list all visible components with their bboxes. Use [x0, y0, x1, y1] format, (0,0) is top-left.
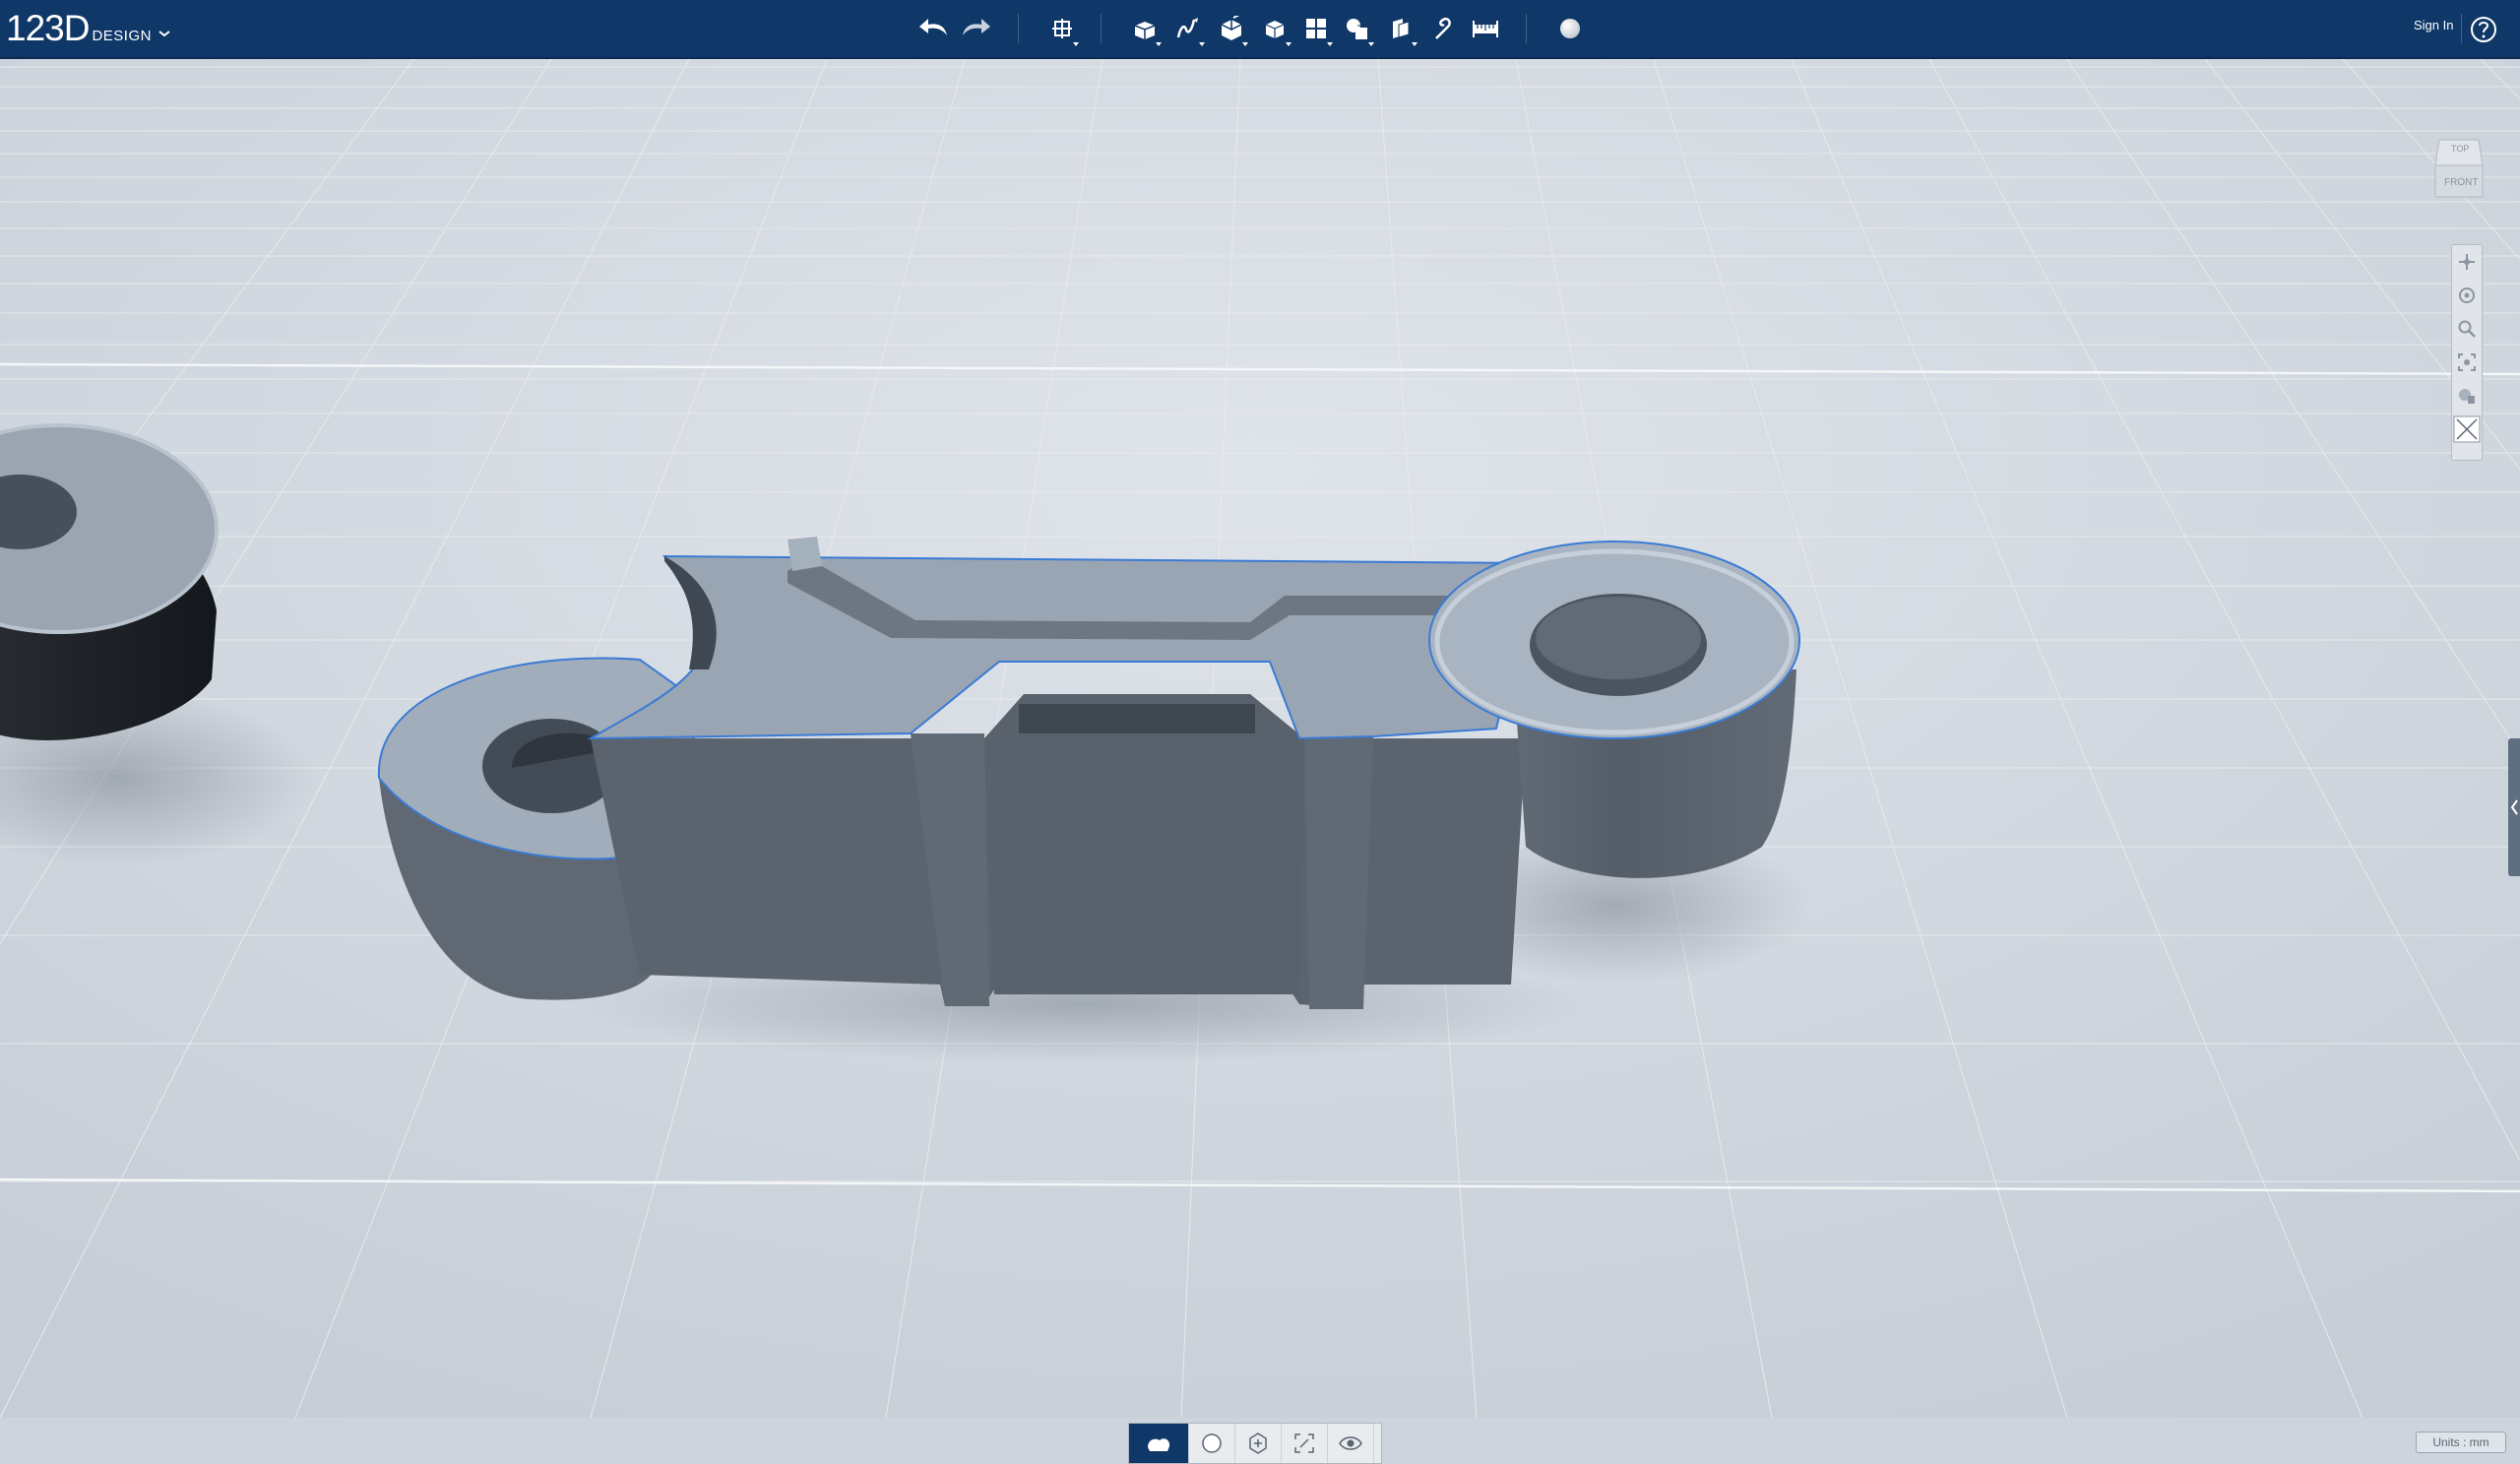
sketch-button[interactable]: [1169, 10, 1207, 47]
combine-icon: [1393, 19, 1410, 38]
materials-button[interactable]: [2452, 379, 2482, 413]
primitives-icon: [1134, 22, 1156, 39]
units-label: Units : mm: [2432, 1435, 2489, 1449]
navigation-bar: [2451, 244, 2483, 461]
zoom-button[interactable]: [2452, 312, 2482, 346]
material-sphere-icon: [1560, 19, 1580, 38]
dropdown-caret: [1368, 42, 1374, 46]
dropdown-caret: [1073, 42, 1079, 46]
fit-icon: [2458, 353, 2476, 371]
close-view-icon: [2453, 415, 2481, 443]
shaded-icon: [1202, 1433, 1222, 1453]
measure-icon: [1473, 21, 1498, 37]
primitives-button[interactable]: [1126, 10, 1164, 47]
orbit-icon: [2459, 287, 2475, 303]
view-cube-top-label[interactable]: TOP: [2451, 144, 2469, 154]
help-icon: [2471, 17, 2496, 42]
visibility-icon: [1339, 1436, 1362, 1450]
transform-icon: [1052, 19, 1072, 38]
undo-button[interactable]: [915, 10, 953, 47]
pan-icon: [2459, 254, 2475, 270]
toolbar-separator: [2461, 14, 2462, 43]
close-view-button[interactable]: [2452, 413, 2482, 446]
materials-icon: [2459, 389, 2475, 404]
chevron-down-icon: [158, 31, 170, 37]
toolbar-separator: [1101, 14, 1102, 43]
pan-button[interactable]: [2452, 245, 2482, 279]
fit-button[interactable]: [2452, 346, 2482, 379]
orbit-button[interactable]: [2452, 279, 2482, 312]
zoom-icon: [2458, 320, 2476, 338]
top-toolbar: 123D DESIGN Sign In: [0, 0, 2520, 59]
grouping-icon: [1347, 19, 1367, 39]
units-indicator[interactable]: Units : mm: [2416, 1432, 2506, 1453]
view-cube[interactable]: TOP FRONT: [2431, 136, 2487, 201]
dropdown-caret: [1242, 42, 1248, 46]
help-button[interactable]: [2469, 15, 2498, 44]
outline-button[interactable]: [1235, 1424, 1282, 1463]
undo-icon: [919, 19, 947, 35]
3d-viewport[interactable]: TOP FRONT Units: mm: [0, 58, 2520, 1464]
toolbar-separator: [1018, 14, 1019, 43]
snap-icon: [1435, 18, 1451, 39]
redo-icon: [963, 19, 990, 35]
pattern-icon: [1306, 19, 1326, 38]
toolbar-separator: [1526, 14, 1527, 43]
sketch-icon: [1176, 18, 1198, 38]
chevron-left-icon: [2510, 799, 2518, 815]
construct-button[interactable]: [1213, 10, 1250, 47]
solid-view-icon: [1148, 1438, 1170, 1451]
dropdown-caret: [1199, 42, 1205, 46]
measure-button[interactable]: [1467, 10, 1504, 47]
combine-button[interactable]: [1382, 10, 1419, 47]
view-mode-bar: [1128, 1423, 1382, 1464]
outline-icon: [1249, 1432, 1267, 1454]
modify-icon: [1265, 21, 1285, 38]
view-cube-front-label[interactable]: FRONT: [2444, 177, 2478, 188]
side-panel-handle[interactable]: [2508, 738, 2520, 876]
sign-in-link[interactable]: Sign In: [2414, 18, 2453, 32]
modify-button[interactable]: [1256, 10, 1293, 47]
dropdown-caret: [1156, 42, 1162, 46]
shaded-button[interactable]: [1189, 1424, 1235, 1463]
construct-icon: [1221, 16, 1242, 40]
redo-button[interactable]: [957, 10, 994, 47]
dropdown-caret: [1286, 42, 1292, 46]
app-menu[interactable]: 123D DESIGN: [6, 8, 171, 51]
pattern-button[interactable]: [1297, 10, 1335, 47]
left-cylinder-object[interactable]: [0, 423, 219, 740]
dropdown-caret: [1412, 42, 1418, 46]
frame-icon: [1294, 1433, 1314, 1453]
dropdown-caret: [1327, 42, 1333, 46]
frame-button[interactable]: [1282, 1424, 1328, 1463]
material-button[interactable]: [1551, 10, 1589, 47]
app-logo: 123D: [6, 8, 90, 48]
visibility-button[interactable]: [1328, 1424, 1374, 1463]
scene-canvas[interactable]: [0, 58, 2520, 1419]
grouping-button[interactable]: [1339, 10, 1376, 47]
transform-button[interactable]: [1043, 10, 1081, 47]
snap-button[interactable]: [1423, 10, 1461, 47]
app-logo-sub: DESIGN: [92, 28, 152, 44]
solid-view-button[interactable]: [1129, 1424, 1189, 1463]
